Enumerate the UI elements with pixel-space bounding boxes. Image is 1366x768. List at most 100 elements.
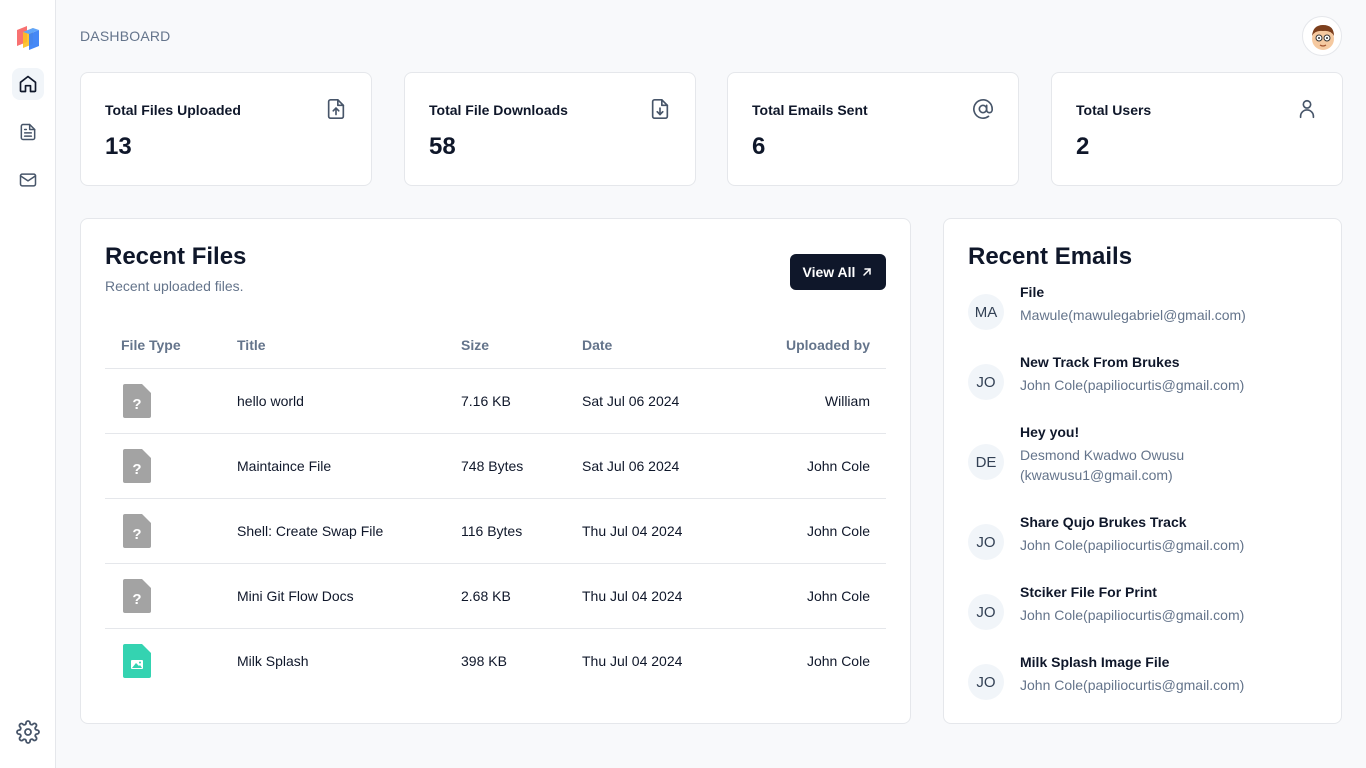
file-title: Mini Git Flow Docs [221, 563, 445, 629]
column-header-file-type[interactable]: File Type [105, 323, 221, 369]
svg-text:?: ? [132, 461, 141, 478]
sidebar-item-files[interactable] [12, 116, 44, 148]
file-date: Sat Jul 06 2024 [566, 368, 746, 434]
file-download-icon [651, 99, 669, 119]
file-title: Maintaince File [221, 433, 445, 499]
app-logo[interactable] [14, 22, 42, 50]
email-subject: Share Qujo Brukes Track [1020, 514, 1187, 530]
file-date: Thu Jul 04 2024 [566, 498, 746, 564]
email-avatar: MA [968, 294, 1004, 330]
page-title: DASHBOARD [80, 28, 171, 44]
file-size: 7.16 KB [445, 368, 566, 434]
email-subject: Hey you! [1020, 424, 1080, 440]
file-date: Thu Jul 04 2024 [582, 652, 683, 669]
email-subject: Stciker File For Print [1020, 584, 1157, 600]
sidebar-item-emails[interactable] [12, 164, 44, 196]
file-uploaded-by: John Cole [746, 433, 886, 499]
recent-files-title: Recent Files [105, 243, 247, 270]
recent-files-table: File Type Title Size Date Uploaded by ? … [105, 323, 886, 693]
file-upload-icon [327, 99, 345, 119]
email-subject: Milk Splash Image File [1020, 654, 1170, 670]
stat-value: 13 [105, 133, 132, 160]
stat-card-emails-sent: Total Emails Sent 6 [727, 72, 1019, 186]
column-header-date[interactable]: Date [566, 323, 746, 369]
svg-text:?: ? [132, 396, 141, 413]
file-size: 748 Bytes [445, 433, 566, 499]
stat-value: 6 [752, 133, 766, 160]
column-header-size[interactable]: Size [445, 323, 566, 369]
sidebar-item-home[interactable] [12, 68, 44, 100]
email-avatar: DE [968, 444, 1004, 480]
table-row[interactable]: Milk Splash 398 KB Thu Jul 04 2024 John … [105, 628, 886, 693]
email-subject: New Track From Brukes [1020, 354, 1180, 370]
unknown-file-icon: ? [123, 448, 151, 483]
recent-emails-title: Recent Emails [968, 243, 1133, 270]
user-icon [1299, 99, 1315, 119]
email-sender: Mawule(mawulegabriel@gmail.com) [1020, 307, 1246, 323]
recent-files-panel: Recent Files Recent uploaded files. View… [80, 218, 911, 724]
at-sign-icon [973, 99, 993, 119]
table-row[interactable]: ? Maintaince File 748 Bytes Sat Jul 06 2… [105, 433, 886, 499]
column-header-title[interactable]: Title [221, 323, 445, 369]
email-sender: John Cole(papiliocurtis@gmail.com) [1020, 607, 1245, 623]
stat-label: Total File Downloads [429, 102, 568, 118]
settings-button[interactable] [16, 720, 40, 744]
image-file-icon [123, 643, 151, 678]
unknown-file-icon: ? [123, 513, 151, 548]
stat-label: Total Users [1076, 102, 1152, 118]
file-date: Thu Jul 04 2024 [566, 563, 746, 629]
file-size: 2.68 KB [445, 563, 566, 629]
file-title: hello world [221, 368, 445, 434]
svg-text:?: ? [132, 591, 141, 608]
arrow-up-right-icon [863, 268, 872, 276]
gear-icon [16, 720, 40, 744]
email-avatar: JO [968, 524, 1004, 560]
file-date: Sat Jul 06 2024 [566, 433, 746, 499]
view-all-button[interactable]: View All [790, 254, 886, 290]
file-uploaded-by: John Cole [746, 498, 886, 564]
file-uploaded-by: John Cole [746, 563, 886, 629]
stat-label: Total Files Uploaded [105, 102, 241, 118]
email-sender: John Cole(papiliocurtis@gmail.com) [1020, 537, 1245, 553]
recent-files-subtitle: Recent uploaded files. [105, 278, 244, 294]
table-row[interactable]: ? hello world 7.16 KB Sat Jul 06 2024 Wi… [105, 368, 886, 434]
svg-text:?: ? [132, 526, 141, 543]
file-title: Milk Splash [237, 652, 309, 669]
email-avatar: JO [968, 364, 1004, 400]
file-type-cell: ? [105, 498, 221, 564]
email-sender: Desmond Kwadwo Owusu (kwawusu1@gmail.com… [1020, 447, 1185, 483]
file-size: 398 KB [461, 652, 507, 669]
unknown-file-icon: ? [123, 578, 151, 613]
stat-value: 2 [1076, 133, 1090, 160]
email-avatar: JO [968, 594, 1004, 630]
avatar-face-icon [1312, 25, 1334, 50]
stat-card-total-users: Total Users 2 [1051, 72, 1343, 186]
user-avatar[interactable] [1302, 16, 1342, 56]
stat-card-files-uploaded: Total Files Uploaded 13 [80, 72, 372, 186]
sidebar [0, 0, 56, 768]
table-row[interactable]: ? Mini Git Flow Docs 2.68 KB Thu Jul 04 … [105, 563, 886, 629]
file-type-cell: ? [105, 563, 221, 629]
file-uploaded-by: William [746, 368, 886, 434]
view-all-label: View All [802, 264, 856, 280]
stat-label: Total Emails Sent [752, 102, 868, 118]
file-type-cell: ? [105, 433, 221, 499]
document-icon [20, 123, 36, 141]
file-size: 116 Bytes [445, 498, 566, 564]
email-avatar: JO [968, 664, 1004, 700]
table-header-row: File Type Title Size Date Uploaded by [105, 323, 886, 369]
home-icon [19, 75, 37, 93]
file-type-cell [105, 628, 221, 693]
recent-emails-panel: Recent Emails MA File Mawule(mawulegabri… [943, 218, 1342, 724]
email-subject: File [1020, 284, 1045, 300]
file-uploaded-by: John Cole [806, 652, 870, 669]
stat-value: 58 [429, 133, 456, 160]
stat-card-file-downloads: Total File Downloads 58 [404, 72, 696, 186]
column-header-uploaded-by[interactable]: Uploaded by [746, 323, 886, 369]
email-sender: John Cole(papiliocurtis@gmail.com) [1020, 677, 1245, 693]
file-type-cell: ? [105, 368, 221, 434]
unknown-file-icon: ? [123, 383, 151, 418]
email-sender: John Cole(papiliocurtis@gmail.com) [1020, 377, 1245, 393]
table-row[interactable]: ? Shell: Create Swap File 116 Bytes Thu … [105, 498, 886, 564]
file-title: Shell: Create Swap File [221, 498, 445, 564]
